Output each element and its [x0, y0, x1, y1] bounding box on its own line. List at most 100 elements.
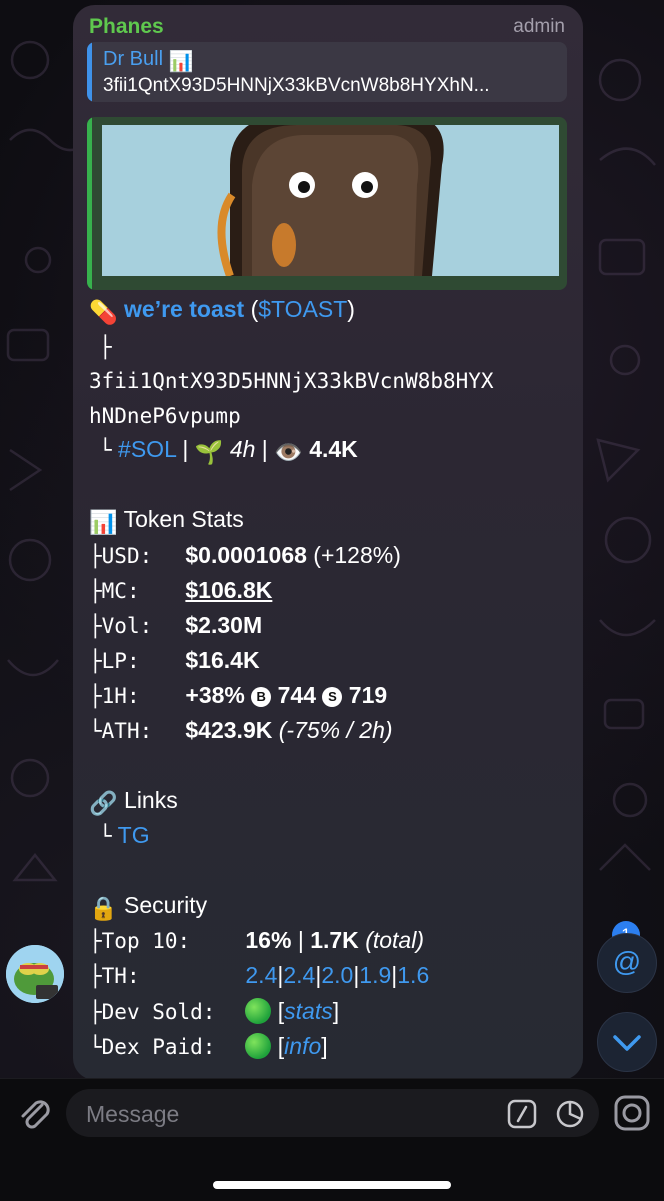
pepe-avatar-icon: [6, 945, 64, 1003]
scroll-down-button[interactable]: [597, 1012, 657, 1072]
security-label: ├Dev Sold:: [89, 1000, 216, 1024]
link-preview[interactable]: [87, 117, 567, 290]
top-holder-link[interactable]: 2.0: [321, 962, 353, 988]
green-status-icon: [245, 1033, 272, 1059]
ticker-link[interactable]: $TOAST: [258, 296, 347, 322]
contract-address-line-2[interactable]: hNDneP6vpump: [89, 404, 241, 428]
security-row-top10: ├Top 10: 16% | 1.7K (total): [89, 927, 424, 954]
stat-value: $16.4K: [185, 647, 260, 673]
links-title: Links: [124, 787, 178, 813]
pill-icon: 💊: [89, 299, 118, 325]
token-meta-line: └ #SOL | 🌱 4h | 👁️ 4.4K: [99, 436, 358, 466]
meta-separator: |: [261, 436, 268, 462]
links-heading: 🔗 Links: [89, 787, 178, 817]
stat-row-lp: ├LP: $16.4K: [89, 647, 260, 674]
stat-value: $2.30M: [185, 612, 263, 638]
meta-separator: |: [297, 927, 304, 953]
tree-end: └: [99, 824, 112, 848]
stat-value: +38%: [185, 682, 245, 708]
sticker-icon[interactable]: [555, 1099, 585, 1129]
reply-preview[interactable]: Dr Bull 📊 3fii1QntX93D5HNNjX33kBVcnW8b8H…: [87, 42, 567, 102]
top-holder-link[interactable]: 1.6: [397, 962, 429, 988]
seedling-icon: 🌱: [194, 439, 224, 465]
stat-label: ├MC:: [89, 579, 140, 603]
buy-count: 744: [277, 682, 317, 708]
top-holder-link[interactable]: 1.9: [359, 962, 391, 988]
tree-end: └: [99, 438, 112, 462]
tree-branch: ├: [99, 335, 112, 359]
stat-label: └ATH:: [89, 719, 153, 743]
stat-label: ├Vol:: [89, 614, 153, 638]
stat-extra: (-75% / 2h): [278, 717, 393, 743]
stat-row-1h: ├1H: +38% B 744 S 719: [89, 682, 387, 709]
token-age: 4h: [229, 436, 256, 462]
eye-icon: 👁️: [274, 439, 303, 465]
sender-role-badge: admin: [513, 16, 565, 37]
security-row-dev-sold: ├Dev Sold: [stats]: [89, 998, 339, 1025]
info-link[interactable]: info: [284, 1033, 321, 1059]
top-holder-link[interactable]: 2.4: [283, 962, 315, 988]
bar-chart-icon: 📊: [89, 509, 118, 535]
reply-accent-bar: [87, 42, 92, 102]
sender-avatar[interactable]: [6, 945, 64, 1003]
sender-name[interactable]: Phanes: [89, 15, 164, 39]
ticker-close: ): [347, 296, 355, 322]
chain-hashtag[interactable]: #SOL: [118, 436, 176, 462]
token-stats-title: Token Stats: [123, 506, 244, 532]
home-indicator: [213, 1181, 451, 1189]
stat-label: ├USD:: [89, 544, 153, 568]
token-title-line: 💊 we’re toast ($TOAST): [89, 296, 355, 326]
top-holder-link[interactable]: 2.4: [245, 962, 277, 988]
lock-icon: 🔒: [89, 895, 118, 921]
tg-link[interactable]: TG: [118, 822, 150, 848]
links-row: └ TG: [99, 822, 150, 849]
security-label: ├Top 10:: [89, 929, 191, 953]
reply-text: 3fii1QntX93D5HNNjX33kBVcnW8b8HYXhN...: [103, 75, 490, 96]
view-count: 4.4K: [309, 436, 358, 462]
token-stats-heading: 📊 Token Stats: [89, 506, 244, 536]
message-input[interactable]: Message: [66, 1089, 599, 1137]
stats-link[interactable]: stats: [284, 998, 333, 1024]
reply-author: Dr Bull 📊: [103, 48, 193, 74]
stat-value[interactable]: $106.8K: [185, 577, 272, 603]
camera-icon[interactable]: [612, 1093, 652, 1133]
security-title: Security: [124, 892, 208, 918]
at-icon: @: [612, 946, 642, 977]
reply-author-name: Dr Bull: [103, 48, 164, 70]
contract-address-line-1[interactable]: 3fii1QntX93D5HNNjX33kBVcnW8b8HYX: [89, 369, 494, 393]
security-label: ├TH:: [89, 964, 140, 988]
stat-row-usd: ├USD: $0.0001068 (+128%): [89, 542, 401, 569]
stat-row-vol: ├Vol: $2.30M: [89, 612, 262, 639]
stat-extra: (+128%): [313, 542, 401, 568]
preview-image-toast[interactable]: [102, 125, 559, 276]
stat-value: $423.9K: [185, 717, 273, 743]
mentions-button[interactable]: @: [597, 933, 657, 993]
holder-total: 1.7K: [310, 927, 359, 953]
bracket-close: ]: [321, 1033, 328, 1059]
toast-illustration: [217, 125, 444, 276]
preview-accent-bar: [87, 117, 92, 290]
stat-label: ├1H:: [89, 684, 140, 708]
token-name-link[interactable]: we’re toast: [124, 296, 244, 322]
stat-row-mc: ├MC: $106.8K: [89, 577, 272, 604]
security-heading: 🔒 Security: [89, 892, 207, 922]
commands-icon[interactable]: [507, 1099, 537, 1129]
top10-percent: 16%: [245, 927, 292, 953]
security-label: └Dex Paid:: [89, 1035, 216, 1059]
bar-chart-icon: 📊: [168, 51, 194, 73]
link-icon: 🔗: [89, 790, 118, 816]
meta-separator: |: [182, 436, 189, 462]
buy-icon: B: [251, 687, 272, 707]
green-status-icon: [245, 998, 272, 1024]
holder-total-note: (total): [365, 927, 424, 953]
paperclip-icon[interactable]: [14, 1093, 54, 1133]
bracket-close: ]: [332, 998, 340, 1024]
security-row-th: ├TH: 2.4|2.4|2.0|1.9|1.6: [89, 962, 429, 989]
security-row-dex-paid: └Dex Paid: [info]: [89, 1033, 328, 1060]
sell-icon: S: [322, 687, 343, 707]
message-placeholder: Message: [86, 1101, 180, 1127]
message-bubble[interactable]: Phanes admin Dr Bull 📊 3fii1QntX93D5HNNj…: [73, 5, 583, 1080]
chevron-down-icon: [613, 1035, 641, 1051]
sell-count: 719: [348, 682, 388, 708]
stat-value: $0.0001068: [185, 542, 307, 568]
